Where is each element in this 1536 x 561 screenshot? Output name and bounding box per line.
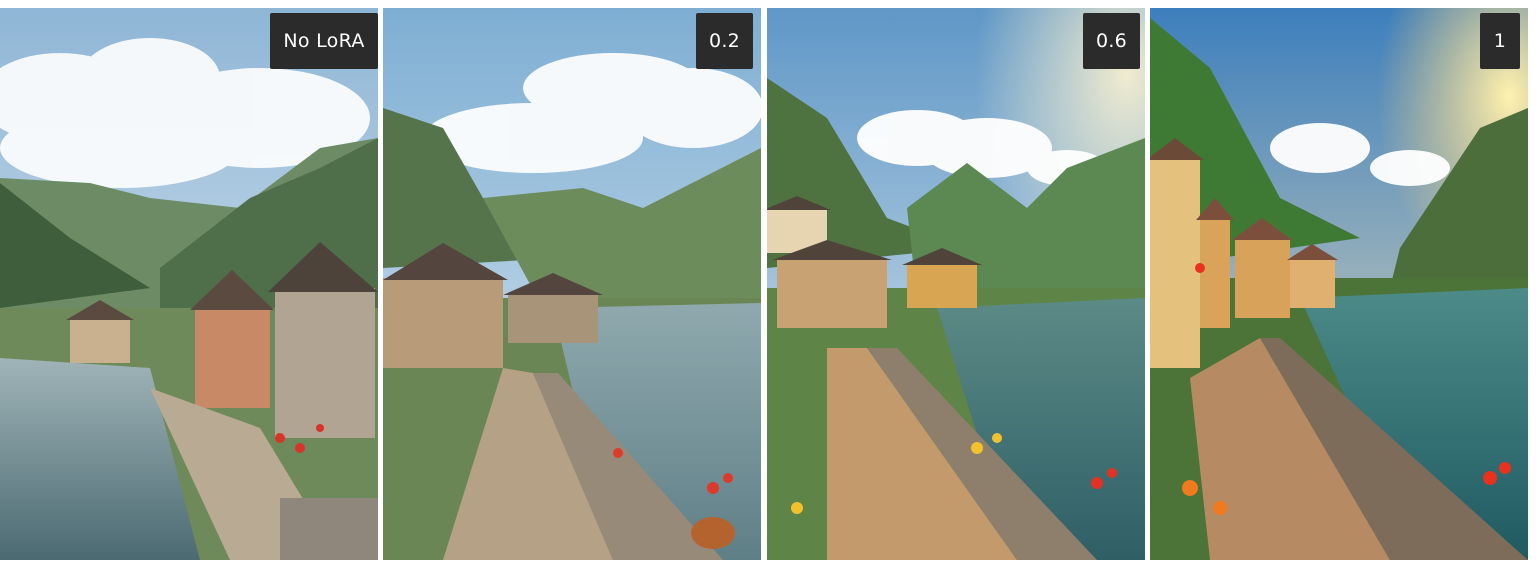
lora-strength-badge: No LoRA bbox=[270, 13, 378, 69]
lora-strength-badge: 0.2 bbox=[696, 13, 753, 69]
image-panel-0-6: 0.6 bbox=[767, 8, 1145, 560]
lake-village-scene bbox=[0, 8, 378, 560]
image-panel-1: 1 bbox=[1150, 8, 1528, 560]
lake-village-scene bbox=[767, 8, 1145, 560]
image-panel-no-lora: No LoRA bbox=[0, 8, 378, 560]
lora-strength-badge: 0.6 bbox=[1083, 13, 1140, 69]
lake-village-scene bbox=[1150, 8, 1528, 560]
image-panel-0-2: 0.2 bbox=[383, 8, 761, 560]
lora-strength-badge: 1 bbox=[1480, 13, 1520, 69]
lake-village-scene bbox=[383, 8, 761, 560]
